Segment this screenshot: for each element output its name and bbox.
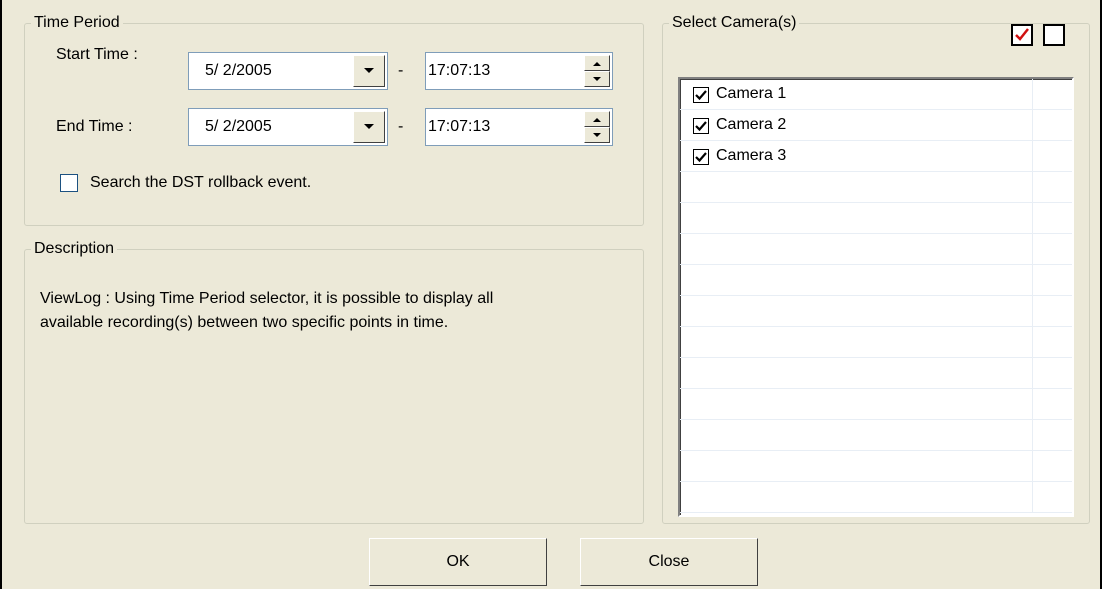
empty-row (680, 234, 1072, 265)
check-icon (695, 90, 707, 101)
camera-1-label: Camera 1 (716, 85, 787, 102)
empty-row (680, 389, 1072, 420)
arrow-down-icon (593, 132, 601, 137)
end-time-value[interactable]: 17:07:13 (428, 118, 490, 136)
check-icon (1015, 28, 1029, 41)
check-all-icon[interactable] (1011, 24, 1033, 46)
camera-2-label: Camera 2 (716, 116, 787, 133)
arrow-up-icon (593, 117, 601, 122)
camera-2-checkbox[interactable] (693, 118, 709, 134)
list-item[interactable]: Camera 2 (680, 110, 1072, 141)
end-time-spinner[interactable]: 17:07:13 (425, 108, 613, 146)
check-icon (695, 152, 707, 163)
close-button[interactable]: Close (580, 538, 758, 586)
end-time-down-button[interactable] (584, 127, 610, 143)
end-date-combo[interactable]: 5/ 2/2005 (188, 108, 388, 146)
empty-row (680, 265, 1072, 296)
end-date-value: 5/ 2/2005 (205, 118, 272, 135)
empty-row (680, 172, 1072, 203)
dst-checkbox[interactable] (60, 174, 78, 192)
end-separator: - (398, 118, 404, 135)
arrow-up-icon (593, 61, 601, 66)
end-time-up-button[interactable] (584, 111, 610, 127)
camera-3-label: Camera 3 (716, 147, 787, 164)
description-group: Description (24, 240, 644, 524)
description-text: ViewLog : Using Time Period selector, it… (40, 287, 660, 335)
check-icon (695, 121, 707, 132)
camera-list[interactable]: Camera 1 Camera 2 Camera 3 (678, 77, 1074, 517)
start-date-value: 5/ 2/2005 (205, 62, 272, 79)
camera-3-checkbox[interactable] (693, 149, 709, 165)
start-date-dropdown-button[interactable] (353, 55, 385, 87)
empty-row (680, 420, 1072, 451)
description-legend: Description (34, 240, 115, 257)
end-date-dropdown-button[interactable] (353, 111, 385, 143)
start-date-combo[interactable]: 5/ 2/2005 (188, 52, 388, 90)
start-time-spinner[interactable]: 17:07:13 (425, 52, 613, 90)
time-period-legend: Time Period (34, 14, 120, 31)
ok-button[interactable]: OK (369, 538, 547, 586)
start-time-up-button[interactable] (584, 55, 610, 71)
start-separator: - (398, 62, 404, 79)
list-item[interactable]: Camera 3 (680, 141, 1072, 172)
description-line-1: ViewLog : Using Time Period selector, it… (40, 290, 494, 307)
uncheck-all-icon[interactable] (1043, 24, 1065, 46)
empty-row (680, 203, 1072, 234)
select-cameras-legend: Select Camera(s) (672, 14, 797, 31)
description-line-2: available recording(s) between two speci… (40, 314, 449, 331)
end-time-label: End Time : (56, 118, 133, 135)
select-cameras-group: Select Camera(s) Camera 1 Camera 2 Camer… (662, 14, 1090, 524)
list-item[interactable]: Camera 1 (680, 79, 1072, 110)
empty-row (680, 296, 1072, 327)
start-time-value[interactable]: 17:07:13 (428, 62, 490, 80)
empty-row (680, 358, 1072, 389)
dst-label[interactable]: Search the DST rollback event. (90, 174, 311, 192)
arrow-down-icon (593, 76, 601, 81)
empty-row (680, 451, 1072, 482)
chevron-down-icon (364, 68, 374, 73)
camera-1-checkbox[interactable] (693, 87, 709, 103)
empty-row (680, 327, 1072, 358)
start-time-label: Start Time : (56, 46, 138, 63)
start-time-down-button[interactable] (584, 71, 610, 87)
chevron-down-icon (364, 124, 374, 129)
empty-row (680, 482, 1072, 513)
